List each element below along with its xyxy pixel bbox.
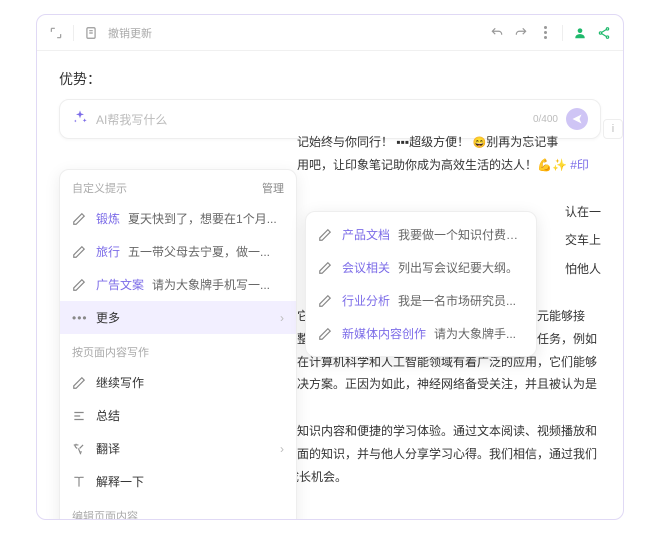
char-counter: 0/400 bbox=[533, 114, 558, 125]
pencil-icon bbox=[318, 294, 334, 308]
sparkle-icon bbox=[72, 109, 88, 130]
sub-item-product-doc[interactable]: 产品文档 我要做一个知识付费A... bbox=[306, 218, 536, 251]
prompt-item-exercise[interactable]: 锻炼 夏天快到了，想要在1个月... bbox=[60, 202, 296, 235]
app-window: 撤销更新 优势： AI帮我写什么 0/400 i 记始终与你同行！ ▪▪▪超级方… bbox=[36, 14, 624, 520]
prompt-item-ad[interactable]: 广告文案 请为大象牌手机写一... bbox=[60, 268, 296, 301]
prompt-item-more[interactable]: ••• 更多 › bbox=[60, 301, 296, 334]
divider bbox=[73, 25, 74, 41]
info-icon[interactable]: i bbox=[603, 119, 623, 139]
action-translate[interactable]: 翻译 › bbox=[60, 432, 296, 465]
action-continue-writing[interactable]: 继续写作 bbox=[60, 366, 296, 399]
summary-icon bbox=[72, 409, 88, 423]
section-heading: 优势： bbox=[59, 69, 601, 89]
pencil-icon bbox=[318, 261, 334, 275]
sub-item-newmedia[interactable]: 新媒体内容创作 请为大象牌手... bbox=[306, 317, 536, 350]
pencil-icon bbox=[318, 327, 334, 341]
continue-icon bbox=[72, 376, 88, 390]
topbar: 撤销更新 bbox=[37, 15, 623, 51]
sub-item-meeting[interactable]: 会议相关 列出写会议纪要大纲。 bbox=[306, 251, 536, 284]
ai-placeholder: AI帮我写什么 bbox=[96, 111, 525, 128]
chevron-right-icon: › bbox=[280, 442, 284, 456]
more-submenu: 产品文档 我要做一个知识付费A... 会议相关 列出写会议纪要大纲。 行业分析 … bbox=[305, 211, 537, 357]
divider bbox=[562, 25, 563, 41]
redo-icon[interactable] bbox=[514, 26, 528, 40]
document-icon[interactable] bbox=[84, 26, 98, 40]
pencil-icon bbox=[72, 212, 88, 226]
user-icon[interactable] bbox=[573, 26, 587, 40]
pencil-icon bbox=[72, 245, 88, 259]
chevron-right-icon: › bbox=[280, 311, 284, 325]
pencil-icon bbox=[72, 278, 88, 292]
share-icon[interactable] bbox=[597, 26, 611, 40]
prompt-item-travel[interactable]: 旅行 五一带父母去宁夏，做一... bbox=[60, 235, 296, 268]
undo-label[interactable]: 撤销更新 bbox=[108, 25, 152, 41]
send-button[interactable] bbox=[566, 108, 588, 130]
action-explain[interactable]: 解释一下 bbox=[60, 465, 296, 498]
undo-icon[interactable] bbox=[490, 26, 504, 40]
manage-link[interactable]: 管理 bbox=[262, 180, 284, 196]
more-icon[interactable] bbox=[538, 26, 552, 40]
edit-page-header: 编辑页面内容 bbox=[60, 498, 296, 519]
ai-suggestions-menu: 自定义提示 管理 锻炼 夏天快到了，想要在1个月... 旅行 五一带父母去宁夏，… bbox=[59, 169, 297, 519]
expand-icon[interactable] bbox=[49, 26, 63, 40]
page-writing-header: 按页面内容写作 bbox=[60, 334, 296, 366]
pencil-icon bbox=[318, 228, 334, 242]
book-icon bbox=[72, 475, 88, 489]
ellipsis-icon: ••• bbox=[72, 311, 88, 325]
sub-item-industry[interactable]: 行业分析 我是一名市场研究员... bbox=[306, 284, 536, 317]
custom-prompts-header: 自定义提示 管理 bbox=[60, 170, 296, 202]
action-summary[interactable]: 总结 bbox=[60, 399, 296, 432]
content-area: 优势： AI帮我写什么 0/400 i 记始终与你同行！ ▪▪▪超级方便！ 😄别… bbox=[37, 51, 623, 519]
translate-icon bbox=[72, 442, 88, 456]
